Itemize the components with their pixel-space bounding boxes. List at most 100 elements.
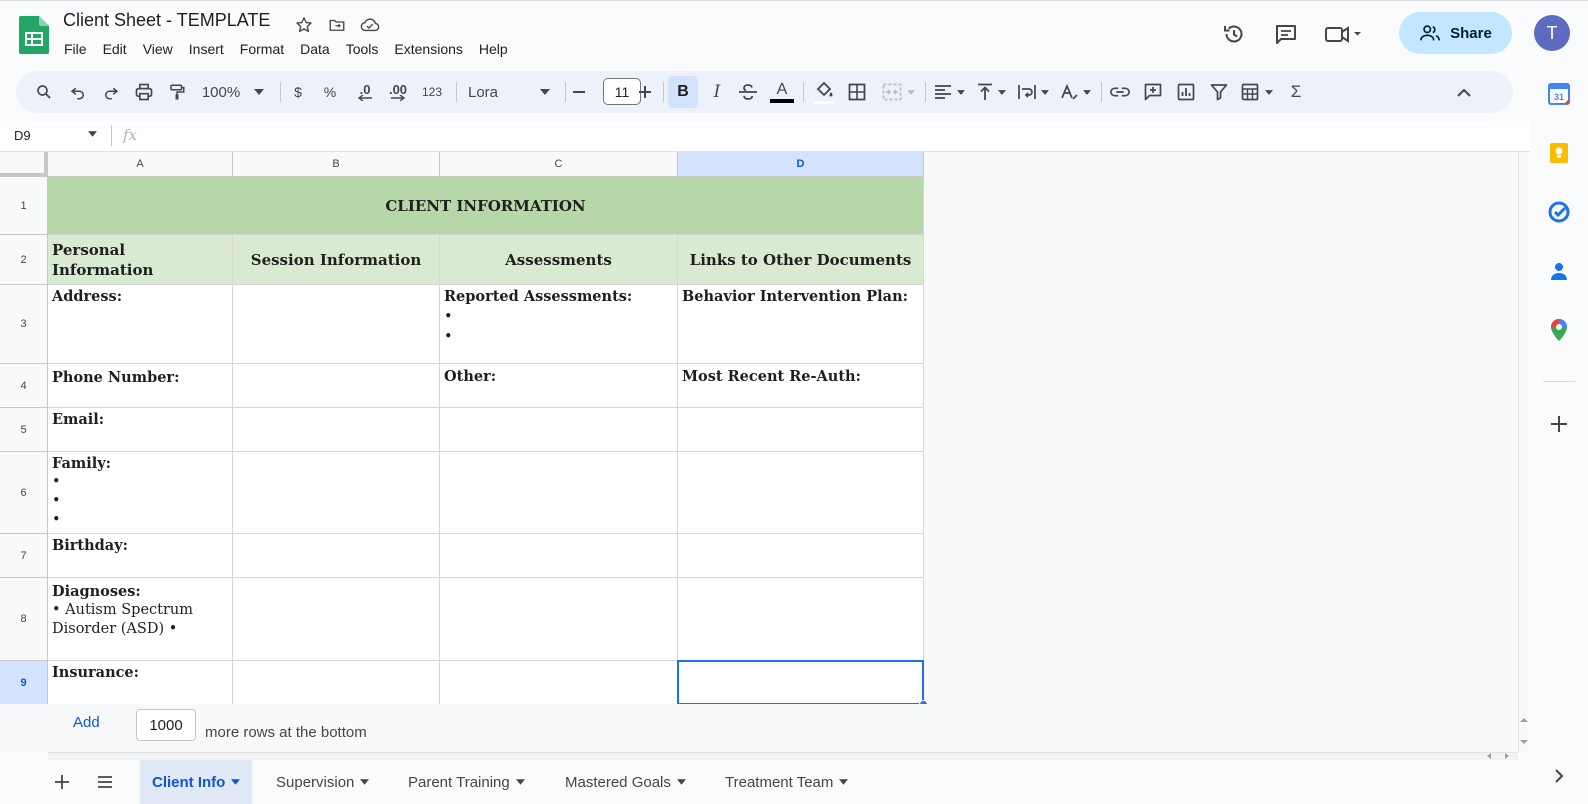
functions-button[interactable]: Σ xyxy=(1282,71,1310,113)
cell-a9[interactable]: Insurance: xyxy=(48,661,233,705)
undo-icon[interactable] xyxy=(64,71,92,113)
sheet-tab-client-info[interactable]: Client Info xyxy=(140,760,253,804)
cell-c7[interactable] xyxy=(440,534,678,578)
cell-c8[interactable] xyxy=(440,578,678,661)
paint-format-icon[interactable] xyxy=(163,71,191,113)
text-rotation-icon[interactable] xyxy=(1056,71,1094,113)
row-header-4[interactable]: 4 xyxy=(0,364,48,408)
add-rows-button[interactable]: Add xyxy=(73,714,100,731)
row-header-7[interactable]: 7 xyxy=(0,534,48,578)
insert-comment-icon[interactable] xyxy=(1139,71,1167,113)
horizontal-align-icon[interactable] xyxy=(930,71,968,113)
tasks-icon[interactable] xyxy=(1546,199,1572,225)
text-color-button[interactable]: A xyxy=(768,71,796,113)
maps-icon[interactable] xyxy=(1546,317,1572,343)
increase-font-size-icon[interactable] xyxy=(635,71,655,113)
column-header-a[interactable]: A xyxy=(48,152,233,177)
print-icon[interactable] xyxy=(130,71,158,113)
sheet-tab-mastered-goals[interactable]: Mastered Goals xyxy=(553,760,698,804)
cloud-saved-icon[interactable] xyxy=(358,13,382,37)
cell-b7[interactable] xyxy=(233,534,440,578)
cell-d2[interactable]: Links to Other Documents xyxy=(678,235,924,285)
font-select[interactable]: Lora xyxy=(464,71,554,113)
meet-icon[interactable] xyxy=(1318,16,1368,52)
name-box[interactable]: D9 xyxy=(14,128,31,143)
add-icon[interactable] xyxy=(1546,411,1572,437)
zoom-select[interactable]: 100% xyxy=(198,71,268,113)
merge-cells-icon[interactable] xyxy=(876,71,920,113)
row-header-2[interactable]: 2 xyxy=(0,235,48,285)
decrease-font-size-icon[interactable] xyxy=(569,71,589,113)
document-title[interactable]: Client Sheet - TEMPLATE xyxy=(63,10,270,31)
cell-b4[interactable] xyxy=(233,364,440,408)
cell-b6[interactable] xyxy=(233,452,440,534)
search-menus-icon[interactable] xyxy=(30,71,58,113)
comments-icon[interactable] xyxy=(1266,16,1306,52)
name-box-dropdown-icon[interactable] xyxy=(88,131,97,137)
vertical-align-icon[interactable] xyxy=(972,71,1010,113)
strikethrough-icon[interactable] xyxy=(735,71,761,113)
avatar[interactable]: T xyxy=(1534,15,1570,51)
increase-decimal-button[interactable]: .00 xyxy=(384,71,412,113)
cell-c3[interactable]: Reported Assessments: • • xyxy=(440,285,678,364)
expand-panel-icon[interactable] xyxy=(1546,763,1572,789)
cell-c9[interactable] xyxy=(440,661,678,705)
cell-d9-selected[interactable] xyxy=(677,660,924,705)
collapse-toolbar-icon[interactable] xyxy=(1450,71,1478,113)
row-header-5[interactable]: 5 xyxy=(0,408,48,452)
filter-icon[interactable] xyxy=(1205,71,1233,113)
menu-file[interactable]: File xyxy=(56,38,95,60)
currency-format-button[interactable]: $ xyxy=(288,71,308,113)
column-header-b[interactable]: B xyxy=(233,152,440,177)
menu-tools[interactable]: Tools xyxy=(338,38,387,60)
cell-c5[interactable] xyxy=(440,408,678,452)
bold-button[interactable]: B xyxy=(668,76,698,108)
cell-a5[interactable]: Email: xyxy=(48,408,233,452)
italic-button[interactable]: I xyxy=(704,71,730,113)
star-icon[interactable] xyxy=(292,13,316,37)
cell-b2[interactable]: Session Information xyxy=(233,235,440,285)
row-header-9[interactable]: 9 xyxy=(0,661,48,705)
add-sheet-icon[interactable] xyxy=(52,772,72,792)
all-sheets-icon[interactable] xyxy=(95,772,115,792)
insert-chart-icon[interactable] xyxy=(1172,71,1200,113)
cell-d7[interactable] xyxy=(678,534,924,578)
formula-input[interactable] xyxy=(148,124,1508,150)
vertical-scrollbar[interactable] xyxy=(1518,152,1530,752)
horizontal-scrollbar[interactable] xyxy=(48,752,1518,760)
menu-data[interactable]: Data xyxy=(292,38,338,60)
borders-icon[interactable] xyxy=(843,71,871,113)
cell-b3[interactable] xyxy=(233,285,440,364)
insert-link-icon[interactable] xyxy=(1106,71,1134,113)
cell-b8[interactable] xyxy=(233,578,440,661)
cell-a3[interactable]: Address: xyxy=(48,285,233,364)
cell-b9[interactable] xyxy=(233,661,440,705)
cell-b5[interactable] xyxy=(233,408,440,452)
cell-c6[interactable] xyxy=(440,452,678,534)
redo-icon[interactable] xyxy=(97,71,125,113)
row-header-1[interactable]: 1 xyxy=(0,177,48,235)
cell-c4[interactable]: Other: xyxy=(440,364,678,408)
menu-help[interactable]: Help xyxy=(471,38,516,60)
version-history-icon[interactable] xyxy=(1214,16,1254,52)
percent-format-button[interactable]: % xyxy=(320,71,340,113)
scroll-down-icon[interactable] xyxy=(1519,738,1529,746)
cell-c2[interactable]: Assessments xyxy=(440,235,678,285)
contacts-icon[interactable] xyxy=(1546,258,1572,284)
column-header-c[interactable]: C xyxy=(440,152,678,177)
column-header-d[interactable]: D xyxy=(678,152,924,177)
move-folder-icon[interactable] xyxy=(325,13,349,37)
menu-extensions[interactable]: Extensions xyxy=(386,38,470,60)
cell-a8[interactable]: Diagnoses: • Autism Spectrum Disorder (AS… xyxy=(48,578,233,661)
text-wrapping-icon[interactable] xyxy=(1014,71,1052,113)
row-header-6[interactable]: 6 xyxy=(0,452,48,534)
cell-d8[interactable] xyxy=(678,578,924,661)
row-header-8[interactable]: 8 xyxy=(0,578,48,661)
cell-d6[interactable] xyxy=(678,452,924,534)
row-header-3[interactable]: 3 xyxy=(0,285,48,364)
cell-a6[interactable]: Family: • • • xyxy=(48,452,233,534)
sheet-tab-treatment-team[interactable]: Treatment Team xyxy=(713,760,860,804)
decrease-decimal-button[interactable]: .0 xyxy=(352,71,378,113)
more-formats-button[interactable]: 123 xyxy=(418,71,446,113)
menu-format[interactable]: Format xyxy=(232,38,292,60)
